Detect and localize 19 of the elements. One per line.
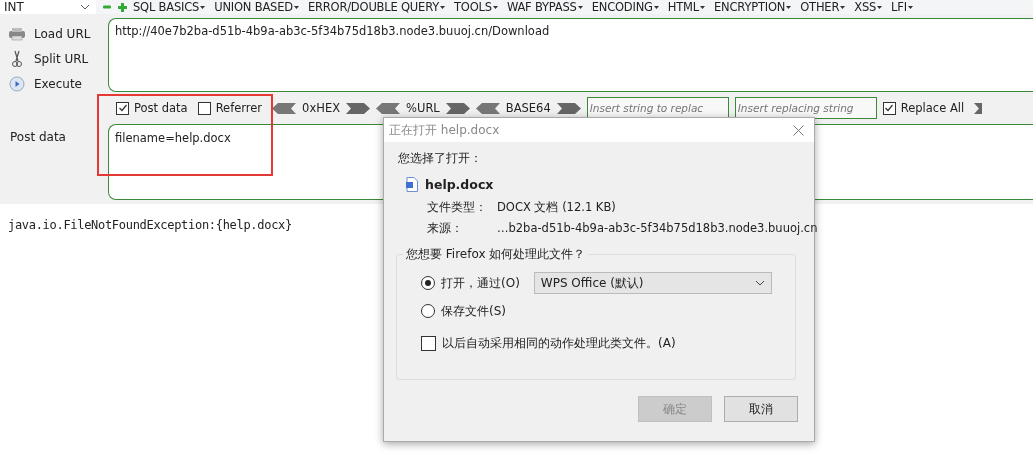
checkbox-label: Referrer bbox=[215, 101, 263, 115]
checkbox-label: Replace All bbox=[900, 101, 965, 115]
encoder-label: BASE64 bbox=[505, 101, 551, 115]
checkbox-label: Post data bbox=[134, 101, 188, 115]
dialog-title: 正在打开 help.docx bbox=[389, 121, 500, 139]
detail-label: 来源： bbox=[427, 221, 464, 236]
detail-label: 文件类型： bbox=[427, 200, 488, 215]
post-data-label: Post data bbox=[9, 129, 67, 146]
detail-value: DOCX 文档 (12.1 KB) bbox=[497, 200, 616, 215]
dialog-prompt: 您选择了打开： bbox=[397, 150, 483, 167]
encoder-label: %URL bbox=[406, 101, 440, 115]
detail-value: …b2ba-d51b-4b9a-ab3c-5f34b75d18b3.node3.buuoj.cn bbox=[497, 221, 818, 236]
radio-label: 打开，通过(O) bbox=[441, 274, 520, 292]
radio-label: 保存文件(S) bbox=[441, 302, 506, 320]
response-text: java.io.FileNotFoundException:{help.docx} bbox=[8, 218, 292, 232]
checkbox-label: 以后自动采用相同的动作处理此类文件。(A) bbox=[442, 334, 676, 352]
group-legend: 您想要 Firefox 如何处理此文件？ bbox=[403, 246, 589, 263]
file-name: help.docx bbox=[425, 176, 494, 192]
encoder-label: 0xHEX bbox=[302, 101, 341, 115]
